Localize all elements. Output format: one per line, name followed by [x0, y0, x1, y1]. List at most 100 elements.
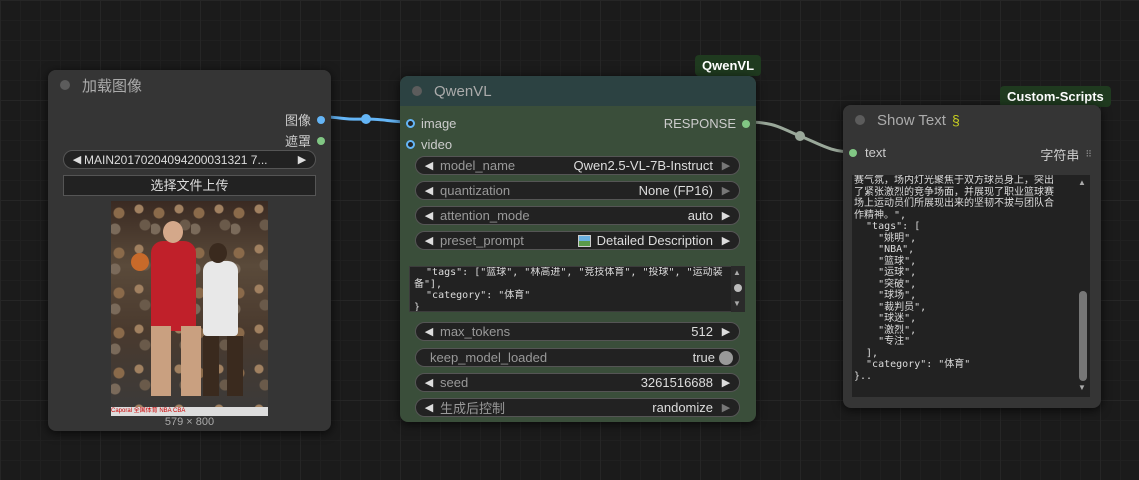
left-arrow-icon[interactable]: ◀	[422, 376, 436, 389]
preset-prompt-combo[interactable]: ◀ preset_prompt Detailed Description ▶	[415, 231, 740, 250]
file-name-value: MAIN20170204094200031321 7...	[84, 152, 268, 167]
widget-value: None (FP16)	[638, 183, 713, 198]
slot-label: RESPONSE	[663, 116, 736, 131]
right-arrow-icon[interactable]: ▶	[295, 153, 309, 166]
input-image-slot[interactable]: image	[406, 116, 456, 131]
slot-label: image	[421, 116, 457, 131]
output-mask-slot[interactable]: 遮罩	[285, 131, 325, 150]
right-arrow-icon[interactable]: ▶	[719, 209, 733, 222]
keep-model-loaded-toggle[interactable]: keep_model_loaded true	[415, 348, 740, 367]
widget-value: auto	[687, 208, 713, 223]
right-arrow-icon[interactable]: ▶	[719, 325, 733, 338]
right-arrow-icon[interactable]: ▶	[719, 159, 733, 172]
widget-label: max_tokens	[440, 324, 511, 339]
output-string-slot[interactable]: 字符串 ⠿	[1040, 145, 1092, 164]
slot-label: 遮罩	[284, 134, 311, 149]
right-arrow-icon[interactable]: ▶	[719, 234, 733, 247]
image-link-handle[interactable]	[361, 114, 371, 124]
slot-dot-icon[interactable]	[406, 119, 415, 128]
load-image-node[interactable]: 加载图像 图像 遮罩 ◀ MAIN20170204094200031321 7.…	[48, 70, 331, 431]
widget-value: 3261516688	[640, 375, 713, 390]
widget-value: randomize	[652, 400, 713, 415]
widget-label: seed	[440, 375, 469, 390]
show-text-title-bar[interactable]: Show Text §	[843, 105, 1101, 135]
player-red-jersey	[151, 241, 196, 331]
collapse-dot-icon[interactable]	[855, 115, 865, 125]
image-preview: Caporal 全国体育 NBA CBA	[111, 201, 268, 416]
custom-scripts-badge: Custom-Scripts	[1000, 86, 1111, 107]
left-arrow-icon[interactable]: ◀	[422, 401, 436, 414]
widget-value: 512	[691, 324, 713, 339]
widget-value-wrap: Detailed Description	[577, 233, 713, 248]
left-arrow-icon[interactable]: ◀	[422, 184, 436, 197]
slot-label: text	[865, 145, 886, 160]
node-title: Show Text	[877, 111, 946, 129]
left-arrow-icon[interactable]: ◀	[422, 325, 436, 338]
show-text-content[interactable]: 赛气氛，场内灯光聚焦于双方球员身上，突出 了紧张激烈的竞争场面，并展现了职业篮球…	[852, 175, 1078, 397]
output-response-slot[interactable]: RESPONSE	[664, 116, 750, 131]
attention-mode-combo[interactable]: ◀ attention_mode auto ▶	[415, 206, 740, 225]
quantization-combo[interactable]: ◀ quantization None (FP16) ▶	[415, 181, 740, 200]
snake-icon: §	[951, 112, 960, 128]
toggle-knob[interactable]	[719, 350, 733, 365]
slot-dot-icon[interactable]	[317, 115, 325, 124]
prompt-scrollbar[interactable]: ▲ ▼	[731, 266, 745, 312]
node-title: QwenVL	[434, 82, 492, 100]
show-text-node[interactable]: Show Text § text 字符串 ⠿ 赛气氛，场内灯光聚焦于双方球员身上…	[843, 105, 1101, 408]
left-arrow-icon[interactable]: ◀	[422, 209, 436, 222]
image-file-combo[interactable]: ◀ MAIN20170204094200031321 7... ▶	[63, 150, 316, 169]
slot-dot-icon[interactable]	[406, 140, 415, 149]
left-arrow-icon[interactable]: ◀	[422, 159, 436, 172]
right-arrow-icon[interactable]: ▶	[719, 376, 733, 389]
right-arrow-icon[interactable]: ▶	[719, 401, 733, 414]
right-arrow-icon[interactable]: ▶	[719, 184, 733, 197]
widget-value: true	[692, 350, 715, 365]
slot-label: video	[421, 137, 453, 152]
scroll-thumb[interactable]	[1079, 291, 1087, 381]
player-white-legs	[203, 336, 243, 396]
output-image-slot[interactable]: 图像	[285, 110, 325, 129]
widget-label: quantization	[440, 183, 511, 198]
slot-label: 字符串	[1040, 148, 1080, 163]
slot-dot-icon[interactable]	[317, 136, 325, 145]
player-white-jersey	[203, 261, 238, 336]
widget-label: 生成后控制	[440, 401, 506, 416]
control-after-generate-combo[interactable]: ◀ 生成后控制 randomize ▶	[415, 398, 740, 417]
widget-value: Qwen2.5-VL-7B-Instruct	[573, 158, 713, 173]
picture-icon	[577, 234, 591, 247]
show-text-scrollbar[interactable]: ▲ ▼	[1076, 175, 1090, 397]
image-watermark: Caporal 全国体育 NBA CBA	[111, 407, 268, 416]
widget-label: attention_mode	[440, 208, 530, 223]
collapse-dot-icon[interactable]	[412, 86, 422, 96]
model-name-combo[interactable]: ◀ model_name Qwen2.5-VL-7B-Instruct ▶	[415, 156, 740, 175]
left-arrow-icon[interactable]: ◀	[70, 153, 84, 166]
scroll-up-icon[interactable]: ▲	[733, 268, 741, 277]
scroll-down-icon[interactable]: ▼	[1078, 383, 1086, 392]
slot-dot-icon[interactable]	[742, 119, 750, 128]
prompt-textarea[interactable]: "tags": ["篮球", "林高进", "竞技体育", "投球", "运动装…	[409, 266, 739, 312]
qwenvl-node[interactable]: QwenVL image video RESPONSE ◀ model_name…	[400, 76, 756, 422]
image-size-caption: 579 × 800	[164, 416, 215, 428]
load-image-title-bar[interactable]: 加载图像	[48, 70, 331, 100]
scroll-thumb[interactable]	[734, 284, 742, 292]
left-arrow-icon[interactable]: ◀	[422, 234, 436, 247]
scroll-down-icon[interactable]: ▼	[733, 299, 741, 308]
player-red-head	[163, 221, 183, 243]
widget-label: preset_prompt	[440, 233, 524, 248]
widget-label: model_name	[440, 158, 516, 173]
player-red-legs	[151, 326, 201, 396]
scroll-up-icon[interactable]: ▲	[1078, 178, 1086, 187]
max-tokens-number[interactable]: ◀ max_tokens 512 ▶	[415, 322, 740, 341]
collapse-dot-icon[interactable]	[60, 80, 70, 90]
upload-button[interactable]: 选择文件上传	[63, 175, 316, 196]
qwenvl-title-bar[interactable]: QwenVL	[400, 76, 756, 106]
input-video-slot[interactable]: video	[406, 137, 452, 152]
slot-dot-icon[interactable]	[849, 148, 857, 157]
response-link-handle[interactable]	[795, 131, 805, 141]
input-text-slot[interactable]: text	[849, 145, 886, 160]
seed-number[interactable]: ◀ seed 3261516688 ▶	[415, 373, 740, 392]
player-white-head	[209, 243, 227, 263]
widget-value-text: Detailed Description	[596, 233, 713, 248]
grid-icon[interactable]: ⠿	[1085, 149, 1092, 160]
node-title: 加载图像	[82, 77, 143, 95]
